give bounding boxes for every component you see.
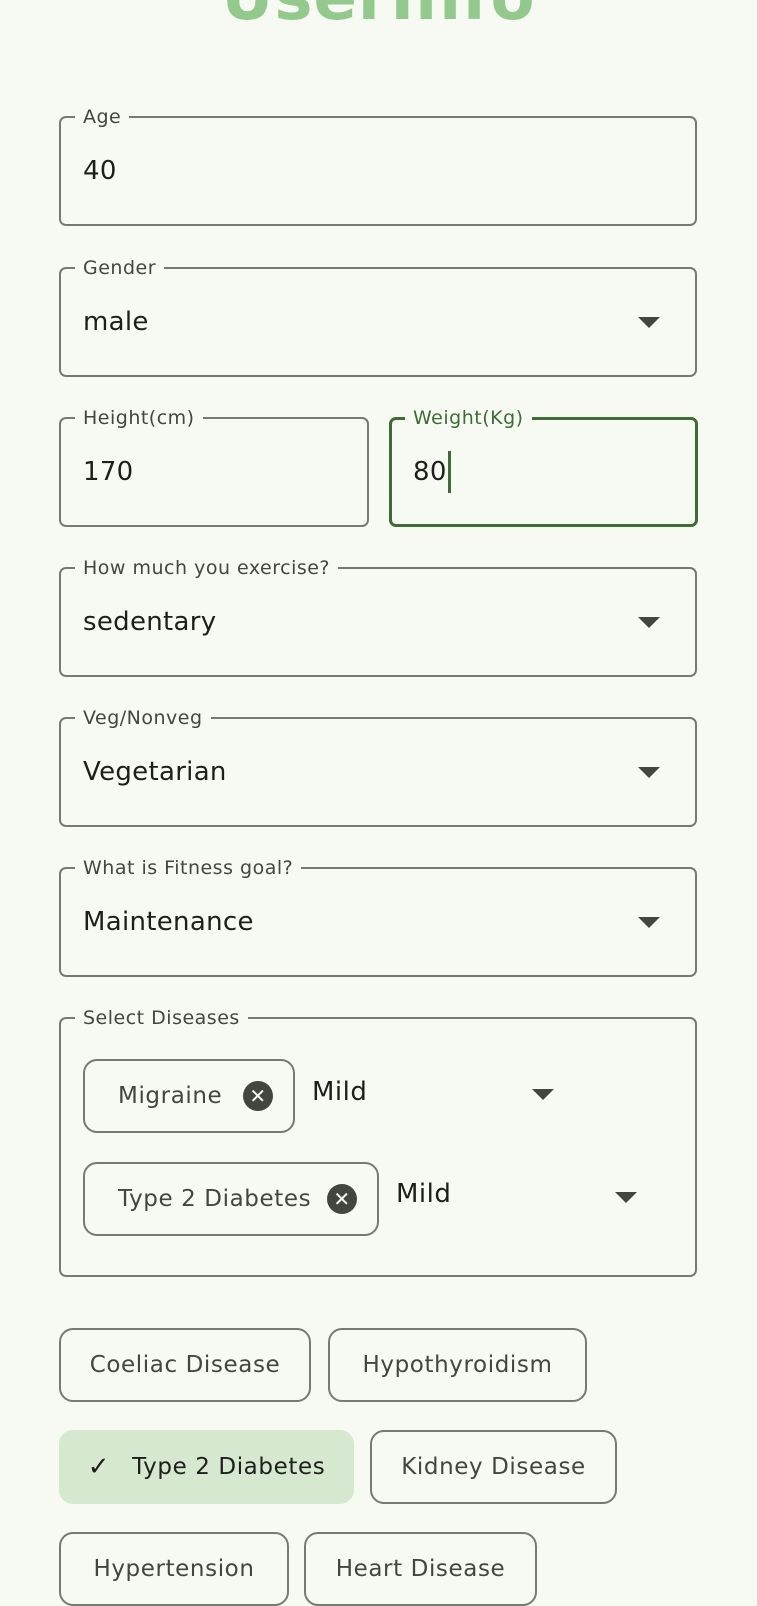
severity-select-value[interactable]: Mild [396,1179,451,1209]
page-title: UserInfo [0,0,757,38]
age-value: 40 [83,156,117,186]
age-field[interactable]: Age 40 [59,105,697,226]
chip-label: Coeliac Disease [89,1352,281,1378]
goal-select[interactable]: What is Fitness goal? Maintenance [59,856,697,977]
chip-label: Type 2 Diabetes [132,1454,326,1480]
chip-label: Hypertension [93,1556,255,1582]
cancel-icon[interactable]: ✕ [327,1184,357,1214]
selected-disease-name: Migraine [118,1083,223,1109]
severity-select-value[interactable]: Mild [312,1077,367,1107]
weight-value-wrap: 80 [413,420,451,524]
diet-select[interactable]: Veg/Nonveg Vegetarian [59,706,697,827]
disease-option-chip[interactable]: Kidney Disease [370,1430,617,1504]
arrow-drop-down-icon[interactable] [532,1089,554,1100]
gender-select[interactable]: Gender male [59,256,697,377]
disease-option-chip-selected[interactable]: ✓ Type 2 Diabetes [59,1430,354,1504]
height-value: 170 [83,457,134,487]
arrow-drop-down-icon[interactable] [638,917,660,928]
diet-value: Vegetarian [83,757,227,787]
disease-option-chip[interactable]: Coeliac Disease [59,1328,311,1402]
goal-value: Maintenance [83,907,254,937]
text-cursor [447,451,451,493]
selected-disease-chip[interactable]: Type 2 Diabetes ✕ [83,1162,379,1236]
weight-field[interactable]: Weight(Kg) 80 [389,406,698,527]
diseases-label: Select Diseases [75,1006,248,1030]
disease-option-chip[interactable]: Heart Disease [304,1532,537,1606]
exercise-value: sedentary [83,607,217,637]
chip-label: Heart Disease [335,1556,506,1582]
selected-disease-chip[interactable]: Migraine ✕ [83,1059,295,1133]
arrow-drop-down-icon[interactable] [638,617,660,628]
cancel-icon[interactable]: ✕ [243,1081,273,1111]
arrow-drop-down-icon[interactable] [615,1192,637,1203]
diseases-field: Select Diseases Migraine ✕ Mild Type 2 D… [59,1006,697,1277]
height-field[interactable]: Height(cm) 170 [59,406,369,527]
gender-value: male [83,307,149,337]
chip-label: Hypothyroidism [362,1352,553,1378]
disease-option-chip[interactable]: Hypothyroidism [328,1328,587,1402]
disease-option-chip[interactable]: Hypertension [59,1532,289,1606]
weight-value: 80 [413,457,447,487]
chip-label: Kidney Disease [401,1454,586,1480]
arrow-drop-down-icon[interactable] [638,317,660,328]
arrow-drop-down-icon[interactable] [638,767,660,778]
exercise-select[interactable]: How much you exercise? sedentary [59,556,697,677]
check-icon: ✓ [87,1452,111,1482]
selected-disease-name: Type 2 Diabetes [118,1186,312,1212]
